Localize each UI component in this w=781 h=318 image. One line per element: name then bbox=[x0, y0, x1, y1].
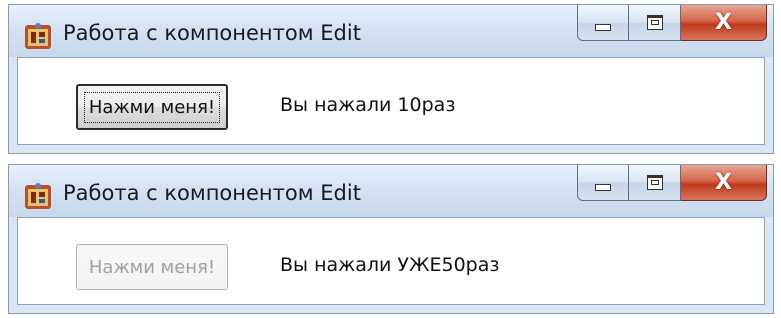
app-window: Работа с компонентом Edit X Нажми меня! … bbox=[8, 164, 774, 314]
click-me-button[interactable]: Нажми меня! bbox=[76, 84, 228, 130]
title-bar[interactable]: Работа с компонентом Edit X bbox=[9, 165, 773, 217]
window-title: Работа с компонентом Edit bbox=[63, 21, 361, 45]
maximize-button[interactable] bbox=[629, 165, 681, 201]
title-bar[interactable]: Работа с компонентом Edit X bbox=[9, 5, 773, 57]
client-area: Нажми меня! Вы нажали УЖЕ50раз bbox=[17, 217, 765, 305]
minimize-icon bbox=[595, 184, 611, 191]
screenshot: Работа с компонентом Edit X Нажми меня! … bbox=[0, 0, 781, 318]
close-icon: X bbox=[715, 170, 732, 195]
caption-buttons: X bbox=[577, 165, 767, 201]
app-icon bbox=[25, 183, 51, 209]
close-icon: X bbox=[715, 10, 732, 35]
minimize-icon bbox=[595, 24, 611, 31]
maximize-button[interactable] bbox=[629, 5, 681, 41]
app-icon bbox=[25, 23, 51, 49]
maximize-icon bbox=[646, 15, 663, 30]
close-button[interactable]: X bbox=[681, 5, 767, 41]
maximize-icon bbox=[646, 175, 663, 190]
click-count-label: Вы нажали УЖЕ50раз bbox=[280, 254, 500, 276]
close-button[interactable]: X bbox=[681, 165, 767, 201]
click-me-button[interactable]: Нажми меня! bbox=[76, 244, 228, 290]
minimize-button[interactable] bbox=[577, 165, 629, 201]
caption-buttons: X bbox=[577, 5, 767, 41]
minimize-button[interactable] bbox=[577, 5, 629, 41]
window-title: Работа с компонентом Edit bbox=[63, 181, 361, 205]
client-area: Нажми меня! Вы нажали 10раз bbox=[17, 57, 765, 145]
app-window: Работа с компонентом Edit X Нажми меня! … bbox=[8, 4, 774, 154]
click-count-label: Вы нажали 10раз bbox=[280, 94, 456, 116]
click-me-button-label: Нажми меня! bbox=[88, 256, 216, 278]
click-me-button-label: Нажми меня! bbox=[83, 91, 221, 123]
